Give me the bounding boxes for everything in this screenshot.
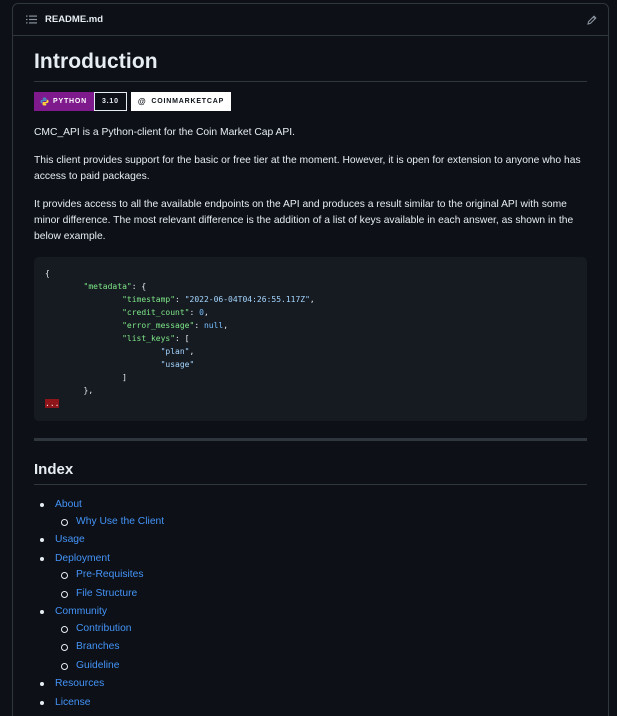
intro-paragraph-3: It provides access to all the available … xyxy=(34,199,574,242)
python-logo-icon xyxy=(40,97,49,106)
code-plan-value: "plan" xyxy=(160,347,190,356)
coinmarketcap-badge[interactable]: @ COINMARKETCAP xyxy=(130,92,232,111)
link-branches[interactable]: Branches xyxy=(76,641,120,652)
intro-paragraph-2: This client provides support for the bas… xyxy=(34,155,581,182)
code-error-key: "error_message" xyxy=(122,321,195,330)
code-error-value: null xyxy=(203,321,224,330)
index-subitem: Contribution xyxy=(55,621,587,637)
python-badge[interactable]: PYTHON 3.10 xyxy=(34,92,127,111)
index-item-license: License xyxy=(34,695,587,711)
readme-file-name: README.md xyxy=(45,14,104,25)
json-code-block: { "metadata": { "timestamp": "2022-06-04… xyxy=(34,257,587,421)
coinmarketcap-badge-label: COINMARKETCAP xyxy=(151,98,225,105)
intro-paragraph-1: CMC_API is a Python-client for the Coin … xyxy=(34,127,295,138)
index-subitem: File Structure xyxy=(55,586,587,602)
link-guideline[interactable]: Guideline xyxy=(76,660,120,671)
code-usage-value: "usage" xyxy=(160,360,195,369)
code-credit-key: "credit_count" xyxy=(122,308,190,317)
link-resources[interactable]: Resources xyxy=(55,678,104,689)
index-subitem: Pre-Requisites xyxy=(55,567,587,583)
index-item-about: About Why Use the Client xyxy=(34,497,587,530)
index-subitem: Why Use the Client xyxy=(55,514,587,530)
link-why-use-the-client[interactable]: Why Use the Client xyxy=(76,516,164,527)
index-item-deployment: Deployment Pre-Requisites File Structure xyxy=(34,551,587,602)
python-version: 3.10 xyxy=(93,92,127,111)
index-item-community: Community Contribution Branches Guidelin… xyxy=(34,604,587,674)
index-subitem: Branches xyxy=(55,639,587,655)
intro-heading: Introduction xyxy=(34,49,587,82)
readme-header: README.md xyxy=(13,4,608,36)
link-contribution[interactable]: Contribution xyxy=(76,623,132,634)
outline-list-icon[interactable] xyxy=(23,12,39,28)
badge-row: PYTHON 3.10 @ COINMARKETCAP xyxy=(34,92,587,111)
code-credit-value: 0 xyxy=(199,308,204,317)
link-license[interactable]: License xyxy=(55,697,91,708)
link-file-structure[interactable]: File Structure xyxy=(76,588,137,599)
link-pre-requisites[interactable]: Pre-Requisites xyxy=(76,569,144,580)
coinmarketcap-logo-icon: @ xyxy=(137,97,147,106)
link-about[interactable]: About xyxy=(55,499,82,510)
python-badge-label: PYTHON xyxy=(53,98,87,105)
code-metadata-key: "metadata" xyxy=(83,282,132,291)
link-community[interactable]: Community xyxy=(55,606,107,617)
code-list-keys-key: "list_keys" xyxy=(122,334,176,343)
code-open-brace: { xyxy=(45,269,50,278)
edit-pencil-icon[interactable] xyxy=(584,12,600,28)
index-subitem: Guideline xyxy=(55,658,587,674)
index-item-usage: Usage xyxy=(34,532,587,548)
link-usage[interactable]: Usage xyxy=(55,534,85,545)
index-list: About Why Use the Client Usage Deploymen… xyxy=(34,497,587,711)
readme-content: Introduction PYTHON 3.10 @ COINMARKETCAP… xyxy=(13,36,608,711)
code-timestamp-key: "timestamp" xyxy=(122,295,176,304)
index-heading: Index xyxy=(34,461,587,485)
link-deployment[interactable]: Deployment xyxy=(55,553,110,564)
code-timestamp-value: "2022-06-04T04:26:55.117Z" xyxy=(184,295,310,304)
readme-panel: README.md Introduction PYTHON 3.10 @ COI… xyxy=(12,3,609,716)
code-ellipsis-error: ... xyxy=(45,399,60,408)
index-item-resources: Resources xyxy=(34,676,587,692)
section-divider xyxy=(34,438,587,441)
